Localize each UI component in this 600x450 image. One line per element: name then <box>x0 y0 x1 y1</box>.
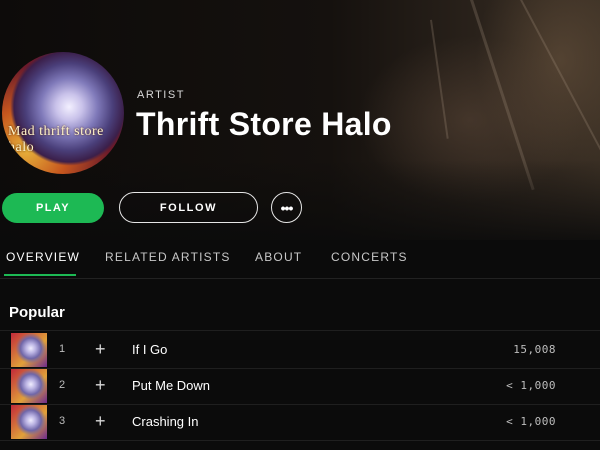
more-options-button[interactable]: ••• <box>271 192 302 223</box>
artist-avatar: Mad thrift store halo <box>2 52 124 174</box>
tab-about[interactable]: ABOUT <box>255 250 302 264</box>
track-play-count: 15,008 <box>513 343 556 356</box>
tabs-divider <box>0 278 600 279</box>
follow-button[interactable]: FOLLOW <box>119 192 258 223</box>
plus-icon[interactable]: + <box>95 373 106 397</box>
track-album-art <box>11 405 47 439</box>
track-number: 2 <box>59 379 66 391</box>
track-row[interactable]: 1 + If I Go 15,008 <box>0 333 600 367</box>
track-title[interactable]: Put Me Down <box>132 378 210 393</box>
tab-concerts[interactable]: CONCERTS <box>331 250 408 264</box>
track-play-count: < 1,000 <box>506 379 556 392</box>
track-title[interactable]: If I Go <box>132 342 167 357</box>
track-album-art <box>11 333 47 367</box>
track-row[interactable]: 2 + Put Me Down < 1,000 <box>0 369 600 403</box>
popular-section-title: Popular <box>9 304 65 321</box>
track-number: 1 <box>59 343 66 355</box>
play-button[interactable]: PLAY <box>2 193 104 223</box>
row-divider <box>0 440 600 441</box>
tab-overview[interactable]: OVERVIEW <box>6 250 80 264</box>
plus-icon[interactable]: + <box>95 409 106 433</box>
track-number: 3 <box>59 415 66 427</box>
active-tab-indicator <box>4 274 76 276</box>
track-title[interactable]: Crashing In <box>132 414 198 429</box>
tab-related-artists[interactable]: RELATED ARTISTS <box>105 250 231 264</box>
avatar-album-lettering: Mad thrift store halo <box>8 124 104 155</box>
ellipsis-icon: ••• <box>280 199 294 216</box>
track-album-art <box>11 369 47 403</box>
row-divider <box>0 330 600 331</box>
page-type-label: ARTIST <box>137 89 185 101</box>
plus-icon[interactable]: + <box>95 337 106 361</box>
track-play-count: < 1,000 <box>506 415 556 428</box>
track-row[interactable]: 3 + Crashing In < 1,000 <box>0 405 600 439</box>
artist-name: Thrift Store Halo <box>136 106 392 142</box>
artist-tabs: OVERVIEW RELATED ARTISTS ABOUT CONCERTS <box>0 246 600 280</box>
